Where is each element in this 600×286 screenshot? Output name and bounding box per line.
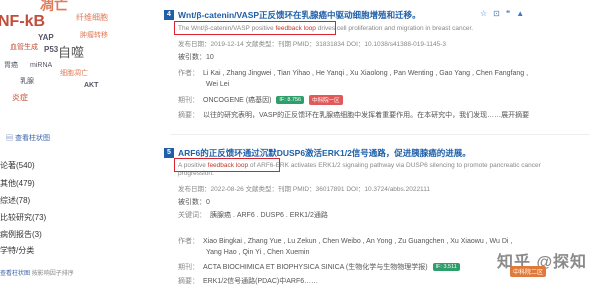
results-list: 4 Wnt/β-catenin/VASP正反馈环在乳腺癌中驱动细胞增殖和迁移。 … (160, 0, 600, 285)
bottom-view-toggle[interactable]: 查看柱状图 (0, 271, 30, 277)
cloud-word[interactable]: 细胞凋亡 (60, 70, 88, 77)
authors-row-cont[interactable]: Wei Lei (206, 81, 229, 88)
journal-row: 期刊： ONCOGENE (癌基因) IF: 8.756 中科院一区 (178, 95, 343, 106)
bottom-sort-bar: 查看柱状图 按影响因子排序 (0, 268, 74, 277)
share-icon[interactable]: ⊡ (493, 9, 506, 18)
keywords-row: 关键词： 胰腺癌 . ARF6 . DUSP6 . ERK1/2通路 (178, 212, 328, 219)
abstract[interactable]: 以往的研究表明，VASP的正反馈环在乳腺癌细胞中发挥着重要作用。在本研究中，我们… (203, 112, 529, 119)
view-chart-toggle[interactable]: ▤ 查看柱状图 (6, 133, 50, 143)
cloud-word[interactable]: YAP (38, 34, 54, 42)
cited-count: 被引数：0 (178, 199, 210, 206)
highlight-box (174, 158, 280, 172)
cited-count: 被引数：10 (178, 54, 214, 61)
cloud-word[interactable]: AKT (84, 82, 98, 89)
notify-icon[interactable]: ▲ (516, 9, 530, 18)
authors-row: 作者： Xiao Bingkai , Zhang Yue , Lu Zekun ,… (178, 238, 513, 245)
filter-item[interactable]: 病例报告(3) (0, 229, 42, 240)
divider (170, 134, 590, 135)
article-title[interactable]: Wnt/β-catenin/VASP正反馈环在乳腺癌中驱动细胞增殖和迁移。 (178, 9, 421, 21)
authors-row-cont[interactable]: Yang Hao , Qin Yi , Chen Xuemin (206, 249, 309, 256)
article-actions: ☆⊡❝▲ (480, 9, 530, 18)
result-number: 4 (164, 10, 174, 20)
filter-item[interactable]: 比较研究(73) (0, 212, 46, 223)
sort-by-if[interactable]: 按影响因子排序 (32, 271, 74, 277)
sidebar: NF-kB 凋亡 纤维细胞 YAP P53 自噬 肿瘤转移 血管生成 miRNA… (0, 0, 160, 284)
authors-row: 作者： Li Kai , Zhang Jingwei , Tian Yihao ,… (178, 70, 529, 77)
impact-factor-badge: IF: 3.511 (432, 263, 460, 272)
cloud-word[interactable]: 凋亡 (40, 0, 68, 12)
cloud-word[interactable]: 胃癌 (4, 62, 18, 69)
impact-factor-badge: IF: 8.756 (276, 96, 305, 105)
filter-item[interactable]: 论著(540) (0, 160, 35, 171)
journal-name[interactable]: ONCOGENE (癌基因) (203, 97, 271, 104)
bookmark-icon[interactable]: ☆ (480, 9, 493, 18)
keywords[interactable]: 胰腺癌 . ARF6 . DUSP6 . ERK1/2通路 (210, 212, 328, 219)
journal-row: 期刊： ACTA BIOCHIMICA ET BIOPHYSICA SINICA … (178, 262, 460, 272)
abstract-row: 摘要： ERK1/2信号通路(PDAC)中ARF6…… (178, 278, 319, 285)
zone-badge: 中科院一区 (309, 95, 343, 106)
cloud-word[interactable]: 炎症 (12, 94, 28, 102)
result-number: 5 (164, 148, 174, 158)
article-meta: 发布日期：2022-08-26 文献类型：刊期 PMID：36017891 DO… (178, 186, 430, 193)
filter-item[interactable]: 综述(78) (0, 195, 30, 206)
article-meta: 发布日期：2019-12-14 文献类型：刊期 PMID：31831834 DO… (178, 41, 446, 48)
cloud-word[interactable]: 纤维细胞 (76, 14, 108, 22)
journal-name[interactable]: ACTA BIOCHIMICA ET BIOPHYSICA SINICA (生物… (203, 264, 428, 271)
cloud-word[interactable]: P53 (44, 46, 58, 54)
filter-item[interactable]: 学特/分类 (0, 245, 34, 256)
view-chart-label: 查看柱状图 (14, 135, 50, 142)
keyword-cloud: NF-kB 凋亡 纤维细胞 YAP P53 自噬 肿瘤转移 血管生成 miRNA… (0, 0, 118, 118)
highlight-box (174, 21, 336, 35)
authors[interactable]: Li Kai , Zhang Jingwei , Tian Yihao , He… (203, 70, 528, 77)
abstract-row: 摘要： 以往的研究表明，VASP的正反馈环在乳腺癌细胞中发挥着重要作用。在本研究中… (178, 112, 530, 119)
cloud-word[interactable]: NF-kB (0, 14, 45, 30)
cloud-word[interactable]: 血管生成 (10, 44, 38, 51)
zone-badge: 中科院二区 (510, 266, 547, 277)
cite-icon[interactable]: ❝ (506, 9, 516, 18)
bar-chart-icon: ▤ (6, 135, 13, 142)
cloud-word[interactable]: 肿瘤转移 (80, 32, 108, 39)
cloud-word[interactable]: miRNA (30, 62, 52, 69)
filter-item[interactable]: 其他(479) (0, 178, 35, 189)
cloud-word[interactable]: 乳腺 (20, 78, 34, 85)
cloud-word[interactable]: 自噬 (58, 46, 84, 59)
authors[interactable]: Xiao Bingkai , Zhang Yue , Lu Zekun , Ch… (203, 238, 512, 245)
